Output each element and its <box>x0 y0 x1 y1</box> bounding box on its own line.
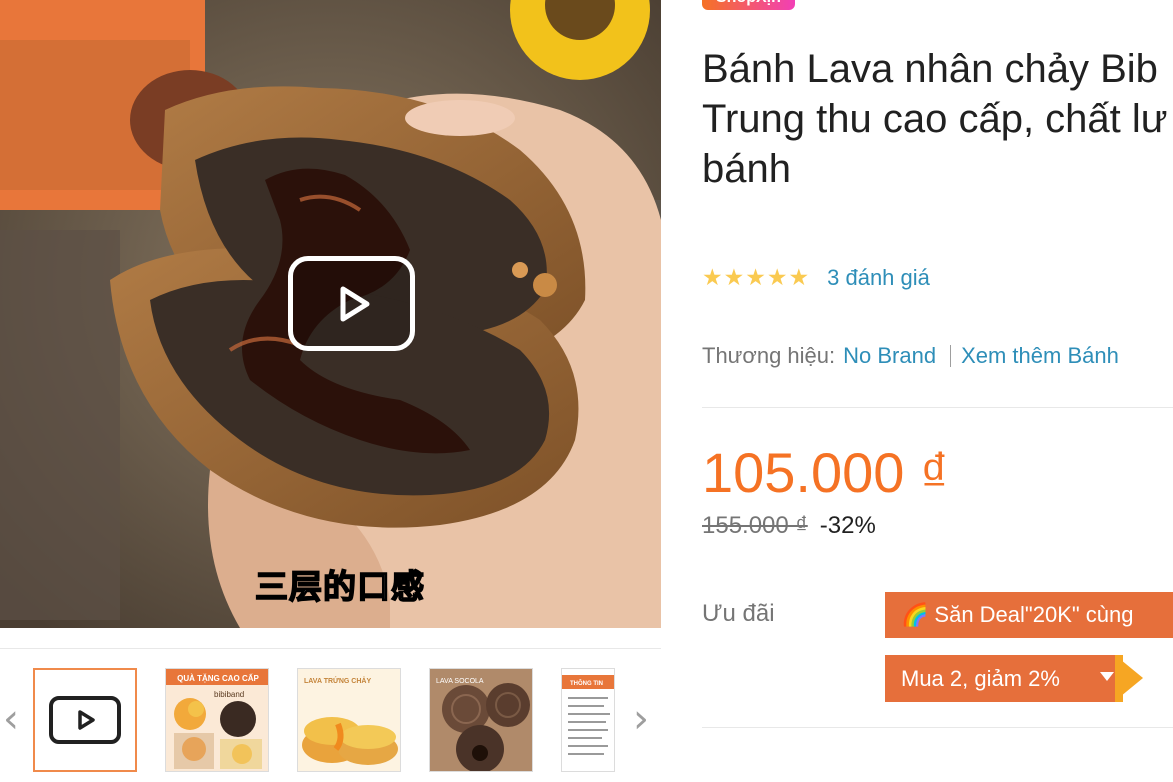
video-caption: 三层的口感 <box>254 566 425 607</box>
thumb-banner: THÔNG TIN <box>570 679 603 687</box>
brand-separator <box>950 345 952 367</box>
current-price: 105.000 ₫ <box>702 441 949 504</box>
thumb-banner: LAVA TRỨNG CHẢY <box>304 676 371 685</box>
star-icon: ★ <box>702 264 723 291</box>
reviews-link[interactable]: 3 đánh giá <box>827 265 930 291</box>
chevron-right-icon[interactable]: › <box>630 696 652 742</box>
main-product-video[interactable]: 三层的口感 <box>0 0 661 628</box>
brand-label: Thương hiệu: <box>702 343 836 368</box>
chevron-left-icon[interactable]: ‹ <box>0 696 22 742</box>
promotions-label: Ưu đãi <box>702 600 775 627</box>
media-divider <box>0 648 661 649</box>
star-icon: ★ <box>788 264 810 291</box>
video-play-button[interactable] <box>288 256 415 351</box>
original-price: 155.000 ₫ <box>702 512 808 539</box>
thumbnail-image-2[interactable]: LAVA TRỨNG CHẢY <box>297 668 401 772</box>
title-line-1: Bánh Lava nhân chảy Bib <box>702 47 1158 91</box>
thumb-banner: QUÀ TẶNG CAO CẤP <box>177 673 259 683</box>
brand-link[interactable]: No Brand <box>843 343 936 369</box>
thumbnail-image-3[interactable]: LAVA SOCOLA <box>429 668 533 772</box>
buy-more-text: Mua 2, giảm 2% <box>901 666 1060 691</box>
product-title: Bánh Lava nhân chảy Bib Trung thu cao cấ… <box>702 44 1173 194</box>
buy-more-discount-tag[interactable]: Mua 2, giảm 2% <box>885 655 1143 702</box>
star-icon: ★ <box>723 264 745 291</box>
price-details: 155.000 ₫ -32% <box>702 512 876 540</box>
star-icon: ★ <box>766 264 788 291</box>
caret-down-icon <box>1100 672 1114 681</box>
title-line-3: bánh <box>702 147 791 191</box>
thumb-brand: bibiband <box>214 690 244 699</box>
discount-percent: -32% <box>819 512 876 539</box>
thumbnail-strip: ‹ QUÀ TẶNG CAO CẤP bibiband LAVA TRỨNG C… <box>0 650 661 782</box>
thumbnail-image-4[interactable]: THÔNG TIN <box>561 668 615 772</box>
rating-row: ★ ★ ★ ★ ★ 3 đánh giá <box>702 265 930 291</box>
title-line-2: Trung thu cao cấp, chất lư <box>702 97 1168 141</box>
video-play-icon <box>49 696 121 744</box>
section-divider <box>702 727 1173 728</box>
more-category-link[interactable]: Xem thêm Bánh <box>961 343 1119 369</box>
shop-badge: ShopXịn <box>702 0 795 10</box>
thumb-banner: LAVA SOCOLA <box>436 678 484 685</box>
star-icon: ★ <box>745 264 766 291</box>
thumbnail-video[interactable] <box>33 668 137 772</box>
section-divider <box>702 407 1173 408</box>
deal-voucher-text: Săn Deal"20K" cùng <box>934 602 1134 627</box>
rainbow-icon: 🌈 <box>901 603 929 628</box>
thumbnail-image-1[interactable]: QUÀ TẶNG CAO CẤP bibiband <box>165 668 269 772</box>
star-rating: ★ ★ ★ ★ ★ <box>702 264 810 291</box>
deal-voucher-tag[interactable]: 🌈 Săn Deal"20K" cùng <box>885 592 1173 638</box>
brand-row: Thương hiệu: No Brand Xem thêm Bánh <box>702 343 1119 369</box>
play-icon <box>340 286 369 321</box>
